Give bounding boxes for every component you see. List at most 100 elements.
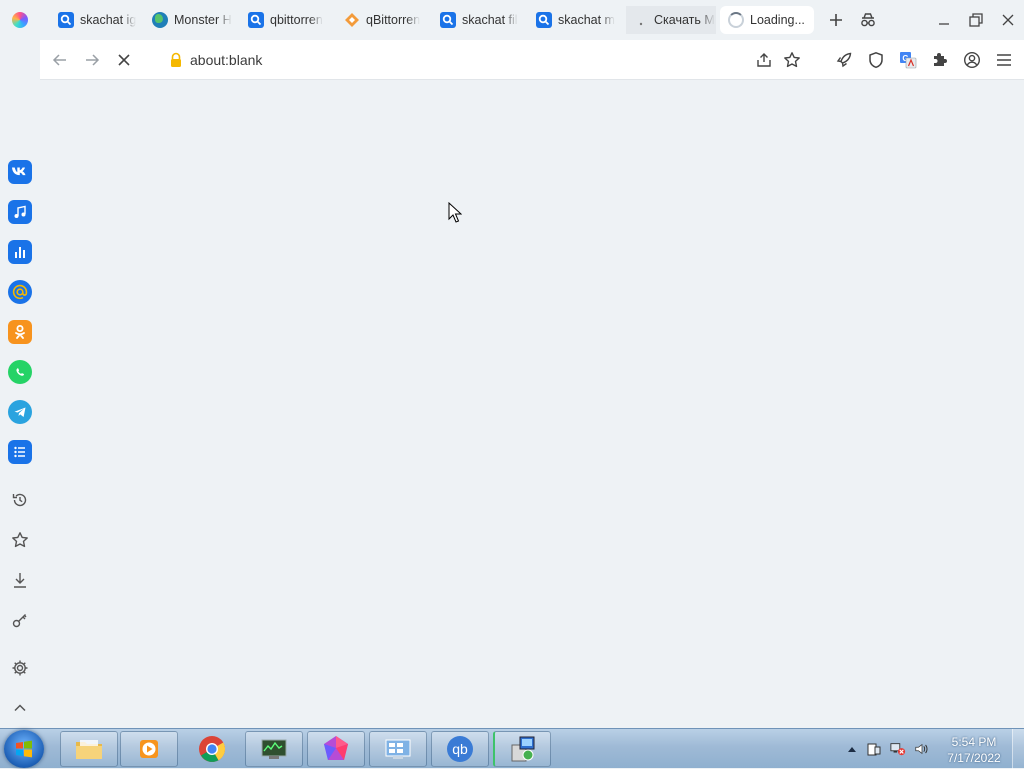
globe-icon: [152, 12, 168, 28]
taskbar: qb 5:54 PM 7/17/2022: [0, 728, 1024, 769]
close-button[interactable]: [996, 8, 1020, 32]
tab-3[interactable]: qbittorren: [242, 6, 332, 34]
tab-5[interactable]: skachat fil: [434, 6, 524, 34]
tab-label: qBittorren: [366, 13, 421, 27]
sidebar-settings-button[interactable]: [10, 658, 30, 678]
profile-button[interactable]: [960, 48, 984, 72]
sidebar-item-music[interactable]: [8, 200, 32, 224]
share-button[interactable]: [752, 48, 776, 72]
tab-label: Monster H: [174, 13, 232, 27]
page-content[interactable]: [40, 80, 1024, 728]
windows-logo-icon: [16, 740, 32, 758]
clock-time: 5:54 PM: [951, 735, 997, 749]
tray-overflow-button[interactable]: [844, 741, 860, 757]
search-icon: [58, 12, 74, 28]
search-icon: [248, 12, 264, 28]
device-icon: [867, 743, 881, 756]
start-button[interactable]: [4, 730, 44, 768]
minimize-button[interactable]: [932, 8, 956, 32]
taskbar-media-player[interactable]: [120, 731, 178, 767]
system-clock[interactable]: 5:54 PM 7/17/2022: [940, 734, 1008, 766]
tab-4[interactable]: qBittorren: [338, 6, 428, 34]
hamburger-menu-icon: [997, 54, 1011, 66]
share-icon: [757, 53, 771, 67]
download-icon: [14, 573, 26, 588]
tray-device-icon[interactable]: [866, 741, 882, 757]
tab-label: skachat ig: [80, 13, 137, 27]
incognito-icon: [861, 13, 875, 27]
sidebar-item-stats[interactable]: [8, 240, 32, 264]
profile-icon: [963, 51, 981, 69]
taskbar-system-monitor[interactable]: [245, 731, 303, 767]
lock-icon[interactable]: [168, 52, 184, 68]
tab-label: Loading...: [750, 13, 805, 27]
sidebar-item-telegram[interactable]: [8, 400, 32, 424]
bar-chart-icon: [15, 247, 25, 258]
tab-strip: skachat ig Monster H qbittorren qBittorr…: [0, 0, 1024, 40]
media-player-icon: [140, 740, 158, 758]
sidebar-history-button[interactable]: [10, 490, 30, 510]
sidebar-item-list[interactable]: [8, 440, 32, 464]
tab-7[interactable]: Скачать M: [626, 6, 716, 34]
sidebar-item-odnoklassniki[interactable]: [8, 320, 32, 344]
sidebar-passwords-button[interactable]: [10, 610, 30, 630]
gem-app-icon: [324, 736, 348, 760]
chevron-up-icon: [848, 747, 856, 752]
taskbar-installer[interactable]: [493, 731, 551, 767]
extensions-button[interactable]: [928, 48, 952, 72]
gear-icon: [12, 660, 28, 676]
minimize-icon: [939, 23, 949, 25]
tab-2[interactable]: Monster H: [146, 6, 236, 34]
ok-icon: [15, 325, 25, 339]
shield-icon: [869, 52, 883, 69]
tab-label: skachat m: [558, 13, 615, 27]
speaker-icon: [915, 743, 928, 755]
forward-button[interactable]: [80, 48, 104, 72]
tab-6[interactable]: skachat m: [530, 6, 620, 34]
rocket-icon: [836, 52, 852, 68]
tab-label: skachat fil: [462, 13, 518, 27]
sidebar-downloads-button[interactable]: [10, 570, 30, 590]
show-desktop-button[interactable]: [1012, 729, 1024, 769]
stop-loading-button[interactable]: [112, 48, 136, 72]
shield-button[interactable]: [864, 48, 888, 72]
list-icon: [14, 446, 25, 458]
mouse-cursor-icon: [448, 201, 463, 224]
new-tab-button[interactable]: [826, 10, 846, 30]
history-icon: [12, 493, 27, 507]
restore-button[interactable]: [964, 8, 988, 32]
star-icon: [784, 52, 800, 68]
taskbar-gem-app[interactable]: [307, 731, 365, 767]
browser-logo-icon[interactable]: [12, 12, 28, 28]
address-bar[interactable]: about:blank: [190, 52, 262, 68]
taskbar-chrome[interactable]: [183, 731, 241, 767]
at-sign-icon: [12, 284, 28, 300]
bookmark-button[interactable]: [780, 48, 804, 72]
explorer-folder-icon: [76, 740, 102, 759]
incognito-button[interactable]: [858, 10, 878, 30]
diamond-icon: [344, 12, 360, 28]
rocket-button[interactable]: [832, 48, 856, 72]
taskbar-qbittorrent[interactable]: qb: [431, 731, 489, 767]
whatsapp-icon: [16, 368, 25, 376]
tray-network-icon[interactable]: [890, 741, 906, 757]
tab-active[interactable]: Loading...: [720, 6, 814, 34]
tab-1[interactable]: skachat ig: [52, 6, 142, 34]
sidebar-item-whatsapp[interactable]: [8, 360, 32, 384]
sidebar-item-vk[interactable]: [8, 160, 32, 184]
sidebar: [0, 80, 40, 728]
back-button[interactable]: [48, 48, 72, 72]
taskbar-explorer[interactable]: [60, 731, 118, 767]
sidebar-item-mail[interactable]: [8, 280, 32, 304]
tray-volume-icon[interactable]: [914, 741, 930, 757]
key-icon: [12, 614, 27, 628]
restore-icon: [969, 13, 983, 27]
menu-button[interactable]: [992, 48, 1016, 72]
sidebar-collapse-button[interactable]: [10, 698, 30, 718]
translate-button[interactable]: G: [896, 48, 920, 72]
taskbar-control-panel[interactable]: [369, 731, 427, 767]
sidebar-bookmarks-button[interactable]: [10, 530, 30, 550]
svg-text:qb: qb: [452, 741, 468, 757]
music-note-icon: [14, 205, 26, 218]
plus-icon: [830, 14, 842, 26]
